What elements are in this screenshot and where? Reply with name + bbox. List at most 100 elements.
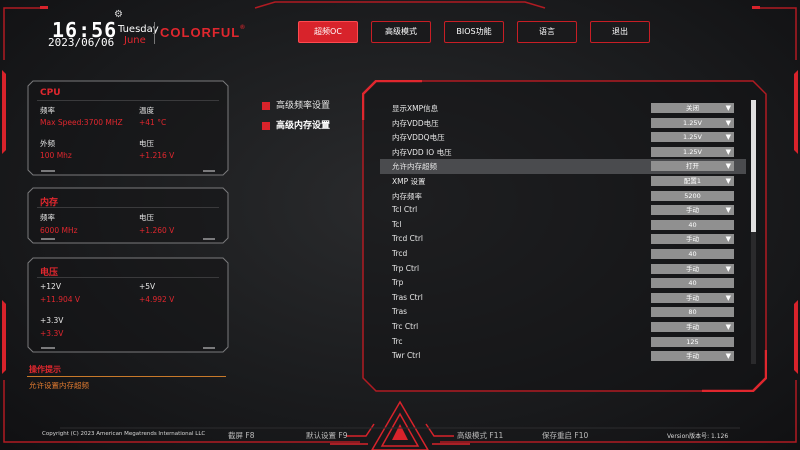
setting-value: 80	[688, 308, 697, 317]
setting-value-field[interactable]: 5200	[651, 190, 734, 201]
brand-logo: COLORFUL®	[160, 25, 246, 40]
setting-dropdown[interactable]: 手动 ▼	[651, 292, 734, 303]
settings-row[interactable]: Trp Ctrl 手动 ▼	[380, 262, 746, 277]
tab-oc[interactable]: 超频OC	[298, 21, 358, 43]
setting-value: 125	[686, 337, 699, 346]
setting-label: 内存VDD电压	[392, 118, 439, 128]
chevron-down-icon: ▼	[725, 206, 731, 215]
tab-bios-features[interactable]: BIOS功能	[444, 21, 504, 43]
gear-icon: ⚙	[114, 9, 123, 20]
settings-row[interactable]: Trcd Ctrl 手动 ▼	[380, 232, 746, 247]
setting-dropdown[interactable]: 手动 ▼	[651, 322, 734, 332]
setting-value: 手动	[686, 206, 699, 215]
hint-divider	[27, 376, 226, 377]
setting-dropdown[interactable]: 手动 ▼	[651, 351, 734, 362]
setting-label: 内存频率	[392, 191, 422, 201]
tab-advanced-mode[interactable]: 高级模式	[371, 21, 431, 43]
settings-scrollbar-thumb[interactable]	[751, 100, 756, 232]
setting-value-field[interactable]: 40	[651, 219, 734, 230]
hotkey-screenshot[interactable]: 截屏 F8	[228, 430, 254, 441]
setting-label: Tcl Ctrl	[392, 205, 418, 215]
copyright: Copyright (C) 2023 American Megatrends I…	[42, 431, 206, 437]
setting-value-field[interactable]: 40	[651, 249, 734, 259]
setting-label: Trp Ctrl	[392, 263, 420, 273]
settings-row[interactable]: Twr Ctrl 手动 ▼	[380, 349, 746, 364]
settings-row[interactable]: 显示XMP信息 关闭 ▼	[380, 101, 746, 116]
memory-divider	[37, 207, 219, 208]
setting-label: Trp	[392, 278, 404, 288]
setting-value: 手动	[686, 352, 699, 361]
clock-date: 2023/06/06	[48, 36, 115, 49]
setting-dropdown[interactable]: 手动 ▼	[651, 263, 734, 274]
settings-row[interactable]: Tcl Ctrl 手动 ▼	[380, 203, 746, 218]
cpu-temp-label: 温度	[139, 106, 154, 115]
setting-label: Tras	[392, 307, 408, 317]
hotkey-save-restart[interactable]: 保存重启 F10	[542, 430, 588, 441]
cpu-ext-value: 100 Mhz	[40, 151, 72, 160]
settings-row[interactable]: Trc 125	[380, 335, 746, 350]
settings-row[interactable]: Tras 80	[380, 305, 746, 320]
setting-value: 打开	[686, 162, 699, 171]
setting-value-field[interactable]: 80	[651, 307, 734, 318]
chevron-down-icon: ▼	[725, 293, 731, 302]
setting-value-field[interactable]: 125	[651, 336, 734, 347]
settings-row[interactable]: 内存VDDQ电压 1.25V ▼	[380, 130, 746, 145]
chevron-down-icon: ▼	[725, 235, 731, 244]
hotkey-defaults[interactable]: 默认设置 F9	[306, 430, 347, 441]
settings-row[interactable]: Trp 40	[380, 276, 746, 291]
hotkey-advanced-mode[interactable]: 高级模式 F11	[457, 430, 503, 441]
setting-dropdown[interactable]: 1.25V ▼	[651, 132, 734, 143]
memory-freq-value: 6000 MHz	[40, 226, 78, 235]
setting-label: Tras Ctrl	[392, 292, 423, 302]
hint-text: 允许设置内存超频	[29, 381, 89, 390]
memory-freq-label: 频率	[40, 213, 55, 222]
v12-value: +11.904 V	[40, 295, 81, 304]
setting-value: 40	[688, 220, 697, 229]
cpu-panel: CPU 频率 温度 Max Speed:3700 MHZ +41 °C 外频 电…	[27, 80, 229, 176]
memory-volt-value: +1.260 V	[139, 226, 175, 235]
setting-dropdown[interactable]: 手动 ▼	[651, 234, 734, 245]
setting-dropdown[interactable]: 1.25V ▼	[651, 146, 734, 157]
setting-label: Trcd Ctrl	[392, 234, 424, 244]
settings-row[interactable]: Trcd 40	[380, 247, 746, 262]
cpu-divider	[37, 100, 219, 101]
setting-label: 内存VDDQ电压	[392, 133, 445, 143]
setting-value: 手动	[686, 323, 699, 331]
settings-row[interactable]: Trc Ctrl 手动 ▼	[380, 320, 746, 335]
menu-item-advanced-frequency[interactable]: 高级频率设置	[262, 98, 330, 111]
setting-value: 手动	[686, 264, 699, 273]
settings-row[interactable]: Tras Ctrl 手动 ▼	[380, 291, 746, 306]
settings-row[interactable]: 内存VDD IO 电压 1.25V ▼	[380, 145, 746, 160]
setting-dropdown[interactable]: 打开 ▼	[651, 161, 734, 172]
tab-exit[interactable]: 退出	[590, 21, 650, 43]
settings-row[interactable]: 内存频率 5200	[380, 189, 746, 204]
tab-language[interactable]: 语言	[517, 21, 577, 43]
cpu-freq-label: 频率	[40, 106, 55, 115]
cpu-ext-label: 外频	[40, 139, 55, 148]
voltage-panel: 电压 +12V +5V +11.904 V +4.992 V +3.3V +3.…	[27, 257, 229, 353]
setting-value: 1.25V	[683, 133, 702, 142]
setting-label: Twr Ctrl	[392, 351, 421, 361]
menu-bullet-icon	[262, 121, 270, 130]
setting-dropdown[interactable]: 1.25V ▼	[651, 117, 734, 128]
setting-value-field[interactable]: 40	[651, 278, 734, 289]
setting-value: 5200	[684, 191, 701, 200]
version: Version版本号: 1.126	[667, 433, 729, 440]
setting-value: 40	[688, 250, 697, 258]
setting-value: 配置1	[683, 177, 702, 185]
settings-row[interactable]: XMP 设置 配置1 ▼	[380, 174, 746, 189]
setting-dropdown[interactable]: 手动 ▼	[651, 205, 734, 216]
setting-value: 1.25V	[683, 118, 702, 127]
cpu-volt-value: +1.216 V	[139, 151, 175, 160]
chevron-down-icon: ▼	[725, 147, 731, 156]
settings-row[interactable]: 允许内存超频 打开 ▼	[380, 159, 746, 174]
setting-dropdown[interactable]: 配置1 ▼	[651, 176, 734, 186]
setting-label: 内存VDD IO 电压	[392, 147, 452, 157]
settings-row[interactable]: Tcl 40	[380, 218, 746, 233]
setting-label: Trcd	[392, 249, 408, 258]
setting-dropdown[interactable]: 关闭 ▼	[651, 103, 734, 113]
menu-item-advanced-memory[interactable]: 高级内存设置	[262, 118, 330, 131]
weekday: Tuesday	[118, 24, 159, 35]
settings-row[interactable]: 内存VDD电压 1.25V ▼	[380, 116, 746, 131]
setting-label: 显示XMP信息	[392, 104, 439, 113]
